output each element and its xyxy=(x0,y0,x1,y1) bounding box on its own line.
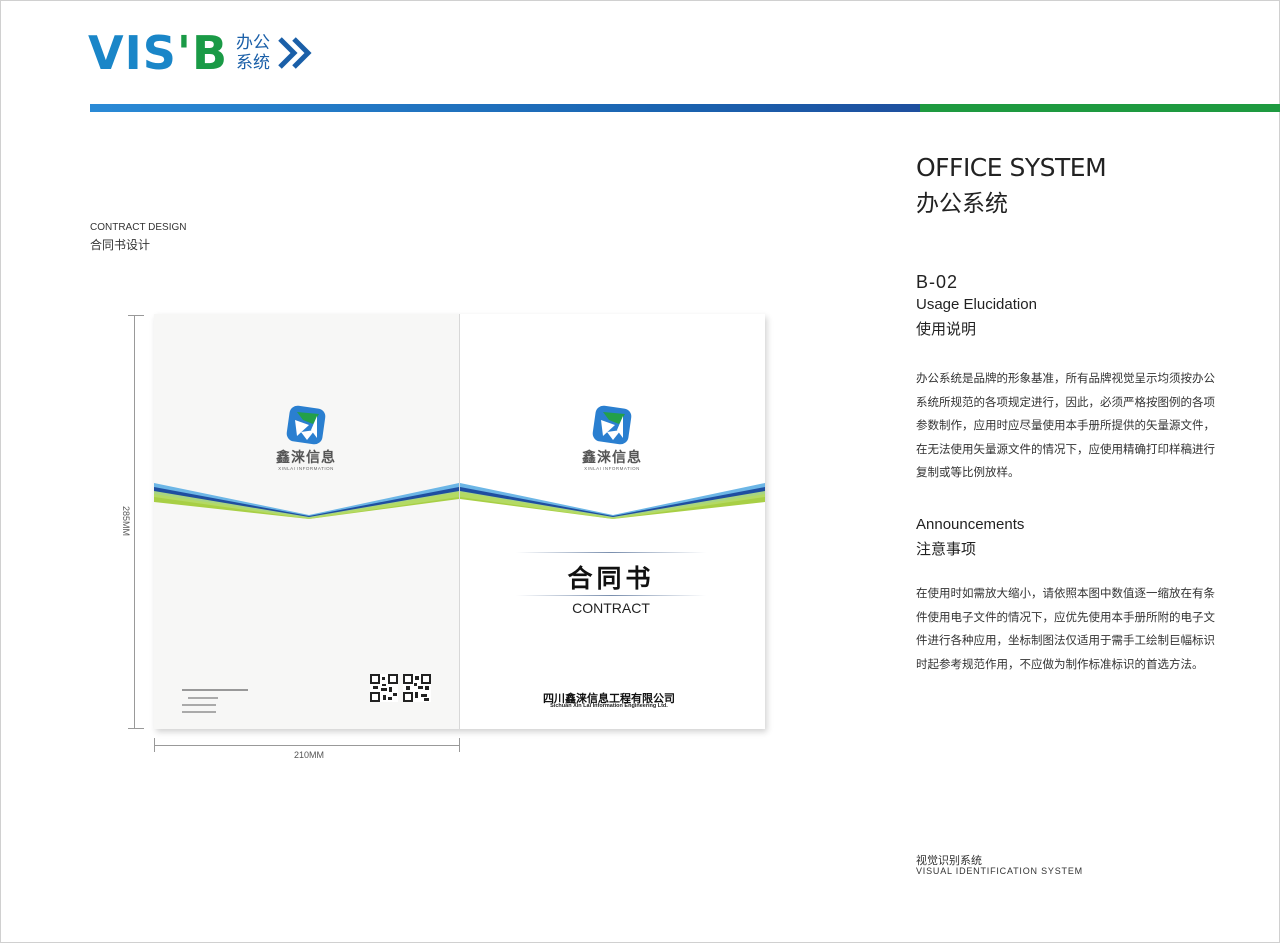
announcements-heading-en: Announcements xyxy=(916,516,1025,533)
brand-emblem-icon xyxy=(592,405,632,445)
height-dimension-tick xyxy=(128,315,144,316)
height-dimension-label: 285MM xyxy=(121,505,131,536)
header-color-bar xyxy=(90,104,1280,112)
vis-logo: VIS'B 办公 系统 xyxy=(88,28,316,78)
section-title-en: CONTRACT DESIGN xyxy=(90,222,187,233)
brand-emblem-icon xyxy=(286,405,326,445)
header-bar-blue xyxy=(90,104,920,112)
brand-logo-front: 鑫涞信息 XINLAI INFORMATION xyxy=(552,402,672,472)
width-dimension-label: 210MM xyxy=(293,750,324,760)
width-dimension-tick xyxy=(154,738,155,752)
company-name-en: Sichuan Xin Lai Information Engineering … xyxy=(550,703,668,709)
header-bar-green xyxy=(920,104,1280,112)
double-chevron-icon xyxy=(278,37,312,69)
page-code: B-02 xyxy=(916,272,959,292)
contract-title-en: CONTRACT xyxy=(572,600,650,616)
section-title-cn: 合同书设计 xyxy=(90,238,151,252)
width-dimension-tick xyxy=(459,738,460,752)
logo-subtitle: 办公 系统 xyxy=(236,33,271,73)
title-rule-bottom xyxy=(516,595,706,596)
brand-logo-back: 鑫涞信息 XINLAI INFORMATION xyxy=(246,402,366,472)
back-cover-fine-print xyxy=(182,686,248,713)
height-dimension-line xyxy=(134,315,135,728)
announcements-paragraph: 在使用时如需放大缩小，请依照本图中数值逐一缩放在有条件使用电子文件的情况下，应优… xyxy=(916,586,1215,671)
usage-heading-cn: 使用说明 xyxy=(916,320,977,338)
footer-label-en: VISUAL IDENTIFICATION SYSTEM xyxy=(916,866,1083,876)
width-dimension-line xyxy=(154,745,459,746)
height-dimension-tick xyxy=(128,728,144,729)
contract-title-cn: 合同书 xyxy=(567,564,655,593)
page-title-en: OFFICE SYSTEM xyxy=(916,153,1107,182)
logo-wordmark: VIS'B xyxy=(88,26,229,80)
page-title-cn: 办公系统 xyxy=(916,191,1008,217)
contract-mockup: 鑫涞信息 XINLAI INFORMATION 鑫涞信息 XINLAI INFO… xyxy=(154,314,765,729)
qr-code-icon xyxy=(403,674,431,702)
title-rule-top xyxy=(516,552,706,553)
announcements-heading-cn: 注意事项 xyxy=(916,540,977,558)
wave-band-graphic xyxy=(154,483,765,519)
usage-heading-en: Usage Elucidation xyxy=(916,296,1037,313)
usage-paragraph: 办公系统是品牌的形象基准，所有品牌视觉呈示均须按办公系统所规范的各项规定进行，因… xyxy=(916,371,1215,479)
qr-code-icon xyxy=(370,674,398,702)
